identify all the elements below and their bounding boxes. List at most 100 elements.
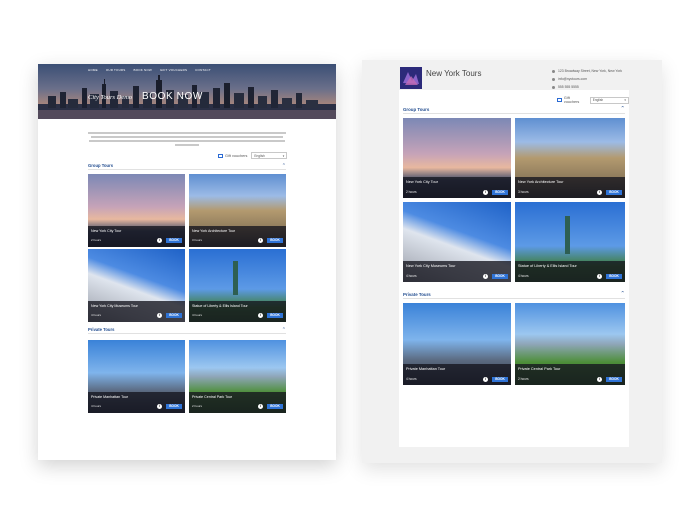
tour-tile[interactable]: Statue of Liberty & Ellis Island Tour 4 …	[515, 202, 625, 282]
tour-duration: 4 hours	[91, 404, 102, 408]
tour-name: New York Architecture Tour	[518, 180, 564, 184]
tour-tile[interactable]: Statue of Liberty & Ellis Island Tour 4 …	[189, 249, 286, 322]
section-title: Group Tours	[403, 106, 430, 112]
tour-duration: 4 hours	[192, 313, 203, 317]
tour-name: Statue of Liberty & Ellis Island Tour	[192, 304, 248, 308]
book-button[interactable]: BOOK	[166, 238, 182, 243]
book-button[interactable]: BOOK	[267, 238, 283, 243]
tile-caption: New York City Tour 2 hours i BOOK	[403, 177, 511, 198]
book-button[interactable]: BOOK	[606, 377, 622, 382]
info-icon[interactable]: i	[258, 404, 263, 409]
tour-tile[interactable]: New York City Museums Tour 4 hours i BOO…	[403, 202, 511, 282]
nav-our-tours[interactable]: OUR TOURS	[106, 68, 126, 72]
book-button[interactable]: BOOK	[606, 190, 622, 195]
presentation-stage: HOME OUR TOURS BOOK NOW GIFT VOUCHERS CO…	[0, 0, 700, 525]
book-button[interactable]: BOOK	[606, 274, 622, 279]
contact-address: 123 Broadway Street, New York, New York	[552, 69, 622, 73]
language-value: English	[592, 98, 604, 102]
tour-name: New York City Tour	[406, 180, 439, 184]
tour-tile[interactable]: Private Manhattan Tour 4 hours i BOOK	[88, 340, 185, 413]
book-button[interactable]: BOOK	[267, 404, 283, 409]
logo-mark-icon	[400, 67, 422, 89]
book-button[interactable]: BOOK	[492, 377, 508, 382]
statue-shape	[565, 216, 570, 254]
tour-duration: 2 hours	[518, 377, 529, 381]
website-booking-page: HOME OUR TOURS BOOK NOW GIFT VOUCHERS CO…	[38, 64, 336, 460]
info-icon[interactable]: i	[597, 377, 602, 382]
nav-book-now[interactable]: BOOK NOW	[134, 68, 152, 72]
tour-duration: 2 hours	[406, 190, 417, 194]
widget-booking-page: New York Tours 123 Broadway Street, New …	[362, 60, 662, 463]
gift-vouchers-link[interactable]: Gift vouchers	[218, 153, 247, 158]
tile-caption: Private Central Park Tour 2 hours i BOOK	[515, 364, 625, 385]
info-icon[interactable]: i	[597, 274, 602, 279]
gift-icon	[218, 153, 223, 158]
tile-caption: New York City Tour 2 hours i BOOK	[88, 226, 185, 247]
chevron-down-icon: ▾	[624, 98, 626, 102]
tile-caption: Statue of Liberty & Ellis Island Tour 4 …	[189, 301, 286, 322]
group-tours-header[interactable]: Group Tours ⌃	[88, 162, 286, 170]
phone-text[interactable]: 555 555 5555	[558, 85, 579, 89]
info-icon[interactable]: i	[157, 404, 162, 409]
contact-phone[interactable]: 555 555 5555	[552, 85, 622, 89]
book-button[interactable]: BOOK	[166, 404, 182, 409]
private-tours-header[interactable]: Private Tours ⌃	[88, 326, 286, 334]
tile-caption: New York City Museums Tour 4 hours i BOO…	[88, 301, 185, 322]
voucher-language-row: Gift vouchers English ▾	[218, 152, 288, 159]
info-icon[interactable]: i	[157, 238, 162, 243]
nav-gift-vouchers[interactable]: GIFT VOUCHERS	[160, 68, 187, 72]
nav-contact[interactable]: CONTACT	[195, 68, 211, 72]
language-select[interactable]: English ▾	[251, 152, 288, 159]
language-select[interactable]: English ▾	[589, 96, 629, 104]
booking-widget: Gift vouchers English ▾ Group Tours ⌃ Ne…	[399, 90, 629, 447]
info-icon[interactable]: i	[483, 377, 488, 382]
book-button[interactable]: BOOK	[492, 274, 508, 279]
tour-duration: 2 hours	[91, 238, 102, 242]
chevron-up-icon[interactable]: ⌃	[620, 106, 625, 112]
tour-duration: 4 hours	[91, 313, 102, 317]
tour-name: Private Manhattan Tour	[406, 367, 446, 371]
chevron-up-icon[interactable]: ⌃	[282, 327, 286, 333]
info-icon[interactable]: i	[483, 274, 488, 279]
statue-shape	[233, 261, 238, 295]
address-text: 123 Broadway Street, New York, New York	[558, 69, 623, 73]
gift-vouchers-link[interactable]: Gift vouchers	[557, 96, 586, 104]
tile-caption: Private Central Park Tour 2 hours i BOOK	[189, 392, 286, 413]
tour-name: New York City Museums Tour	[406, 264, 456, 268]
nav-home[interactable]: HOME	[88, 68, 98, 72]
book-button[interactable]: BOOK	[492, 190, 508, 195]
group-tours-header[interactable]: Group Tours ⌃	[403, 105, 625, 114]
section-title: Group Tours	[88, 163, 114, 168]
info-icon[interactable]: i	[483, 190, 488, 195]
tile-caption: Private Manhattan Tour 4 hours i BOOK	[403, 364, 511, 385]
tour-tile[interactable]: New York City Museums Tour 4 hours i BOO…	[88, 249, 185, 322]
tour-tile[interactable]: Private Central Park Tour 2 hours i BOOK	[189, 340, 286, 413]
tour-tile[interactable]: Private Manhattan Tour 4 hours i BOOK	[403, 303, 511, 385]
phone-icon	[552, 85, 555, 89]
info-icon[interactable]: i	[157, 313, 162, 318]
tour-tile[interactable]: New York City Tour 2 hours i BOOK	[403, 118, 511, 198]
tour-duration: 3 hours	[518, 190, 529, 194]
tour-duration: 4 hours	[518, 274, 529, 278]
hero-banner: HOME OUR TOURS BOOK NOW GIFT VOUCHERS CO…	[38, 64, 336, 119]
tour-name: New York Architecture Tour	[192, 229, 236, 233]
email-text[interactable]: info@nyctours.com	[558, 77, 587, 81]
email-icon	[552, 77, 555, 81]
chevron-up-icon[interactable]: ⌃	[282, 163, 286, 169]
tile-caption: Statue of Liberty & Ellis Island Tour 4 …	[515, 261, 625, 282]
info-icon[interactable]: i	[258, 238, 263, 243]
private-tours-header[interactable]: Private Tours ⌃	[403, 290, 625, 299]
tour-tile[interactable]: New York City Tour 2 hours i BOOK	[88, 174, 185, 247]
hero-subtitle: City Tours Demo	[88, 94, 133, 101]
contact-email[interactable]: info@nyctours.com	[552, 77, 622, 81]
tour-tile[interactable]: Private Central Park Tour 2 hours i BOOK	[515, 303, 625, 385]
info-icon[interactable]: i	[597, 190, 602, 195]
info-icon[interactable]: i	[258, 313, 263, 318]
gift-icon	[557, 98, 562, 102]
tour-tile[interactable]: New York Architecture Tour 3 hours i BOO…	[189, 174, 286, 247]
chevron-up-icon[interactable]: ⌃	[620, 291, 625, 297]
tour-tile[interactable]: New York Architecture Tour 3 hours i BOO…	[515, 118, 625, 198]
book-button[interactable]: BOOK	[267, 313, 283, 318]
book-button[interactable]: BOOK	[166, 313, 182, 318]
tour-name: New York City Museums Tour	[91, 304, 138, 308]
